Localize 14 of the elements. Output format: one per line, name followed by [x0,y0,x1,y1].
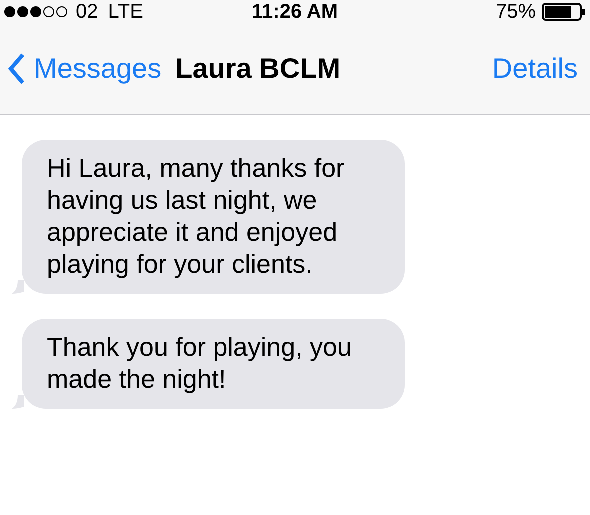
bubble-tail [12,395,24,409]
carrier-name: 02 [76,0,98,24]
message-bubble: Thank you for playing, you made the night! [22,319,405,409]
back-link[interactable]: Messages [8,53,162,85]
details-link[interactable]: Details [492,53,578,85]
message-bubble: Hi Laura, many thanks for having us last night, we appreciate it and enjoyed playing for your clients. [22,140,405,294]
battery-percentage: 75% [496,0,536,24]
signal-strength-icon [4,6,70,18]
bubble-tail [12,280,24,294]
conversation-title: Laura BCLM [176,53,342,85]
network-type: LTE [108,0,144,24]
battery-icon [542,3,586,21]
clock-time: 11:26 AM [252,0,338,24]
chevron-icon [8,53,26,85]
